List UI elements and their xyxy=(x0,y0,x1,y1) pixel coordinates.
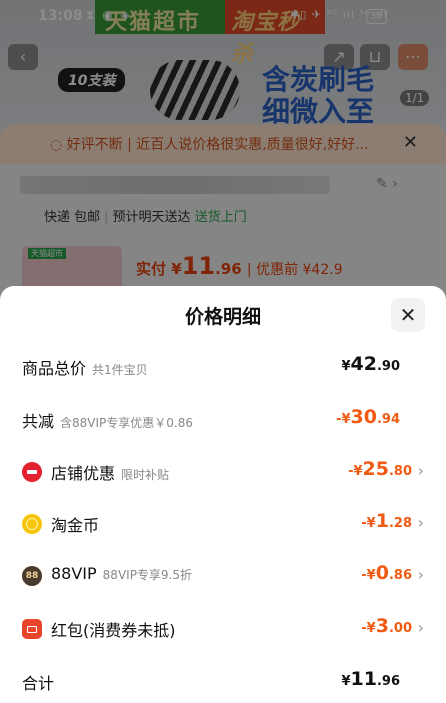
close-button[interactable]: ✕ xyxy=(391,298,425,332)
row-amount: -¥25.80 xyxy=(348,458,412,480)
vip-icon: 88 xyxy=(22,566,42,586)
row-label: 商品总价 xyxy=(22,359,87,378)
row-amount: -¥3.00 xyxy=(361,615,412,637)
row-sub: 88VIP专享9.5折 xyxy=(102,568,193,582)
row-label: 88VIP xyxy=(51,564,97,583)
row-shop-discount[interactable]: 店铺优惠 限时补贴 -¥25.80 › xyxy=(0,452,446,492)
row-item-total: 商品总价 共1件宝贝 ¥42.90 xyxy=(0,347,446,387)
row-amount: -¥30.94 xyxy=(336,406,400,428)
row-amount: -¥1.28 xyxy=(361,510,412,532)
coin-icon xyxy=(22,514,42,534)
price-detail-sheet: 价格明细 ✕ 商品总价 共1件宝贝 ¥42.90 共减 含88VIP专享优惠￥0.8… xyxy=(0,286,446,703)
row-88vip[interactable]: 88 88VIP 88VIP专享9.5折 -¥0.86 › xyxy=(0,556,446,596)
chevron-right-icon: › xyxy=(417,461,424,480)
sheet-title: 价格明细 xyxy=(184,306,261,328)
row-label: 红包(消费券未抵) xyxy=(51,621,176,640)
row-grand-total: 合计 ¥11.96 xyxy=(0,662,446,702)
row-label: 店铺优惠 xyxy=(51,464,116,483)
row-label: 共减 xyxy=(22,412,55,431)
row-amount: ¥11.96 xyxy=(341,668,400,690)
row-sub: 含88VIP专享优惠￥0.86 xyxy=(60,416,193,430)
chevron-right-icon: › xyxy=(417,565,424,584)
row-label: 淘金币 xyxy=(51,516,100,535)
row-amount: ¥42.90 xyxy=(341,353,400,375)
row-label: 合计 xyxy=(22,674,55,693)
row-red-packet[interactable]: 红包(消费券未抵) -¥3.00 › xyxy=(0,609,446,649)
row-total-discount: 共减 含88VIP专享优惠￥0.86 -¥30.94 xyxy=(0,400,446,440)
chevron-right-icon: › xyxy=(417,618,424,637)
red-packet-icon xyxy=(22,619,42,639)
row-sub: 共1件宝贝 xyxy=(92,363,148,377)
chevron-right-icon: › xyxy=(417,513,424,532)
row-sub: 限时补贴 xyxy=(121,468,170,482)
row-taobao-coin[interactable]: 淘金币 -¥1.28 › xyxy=(0,504,446,544)
row-amount: -¥0.86 xyxy=(361,562,412,584)
shop-icon xyxy=(22,462,42,482)
